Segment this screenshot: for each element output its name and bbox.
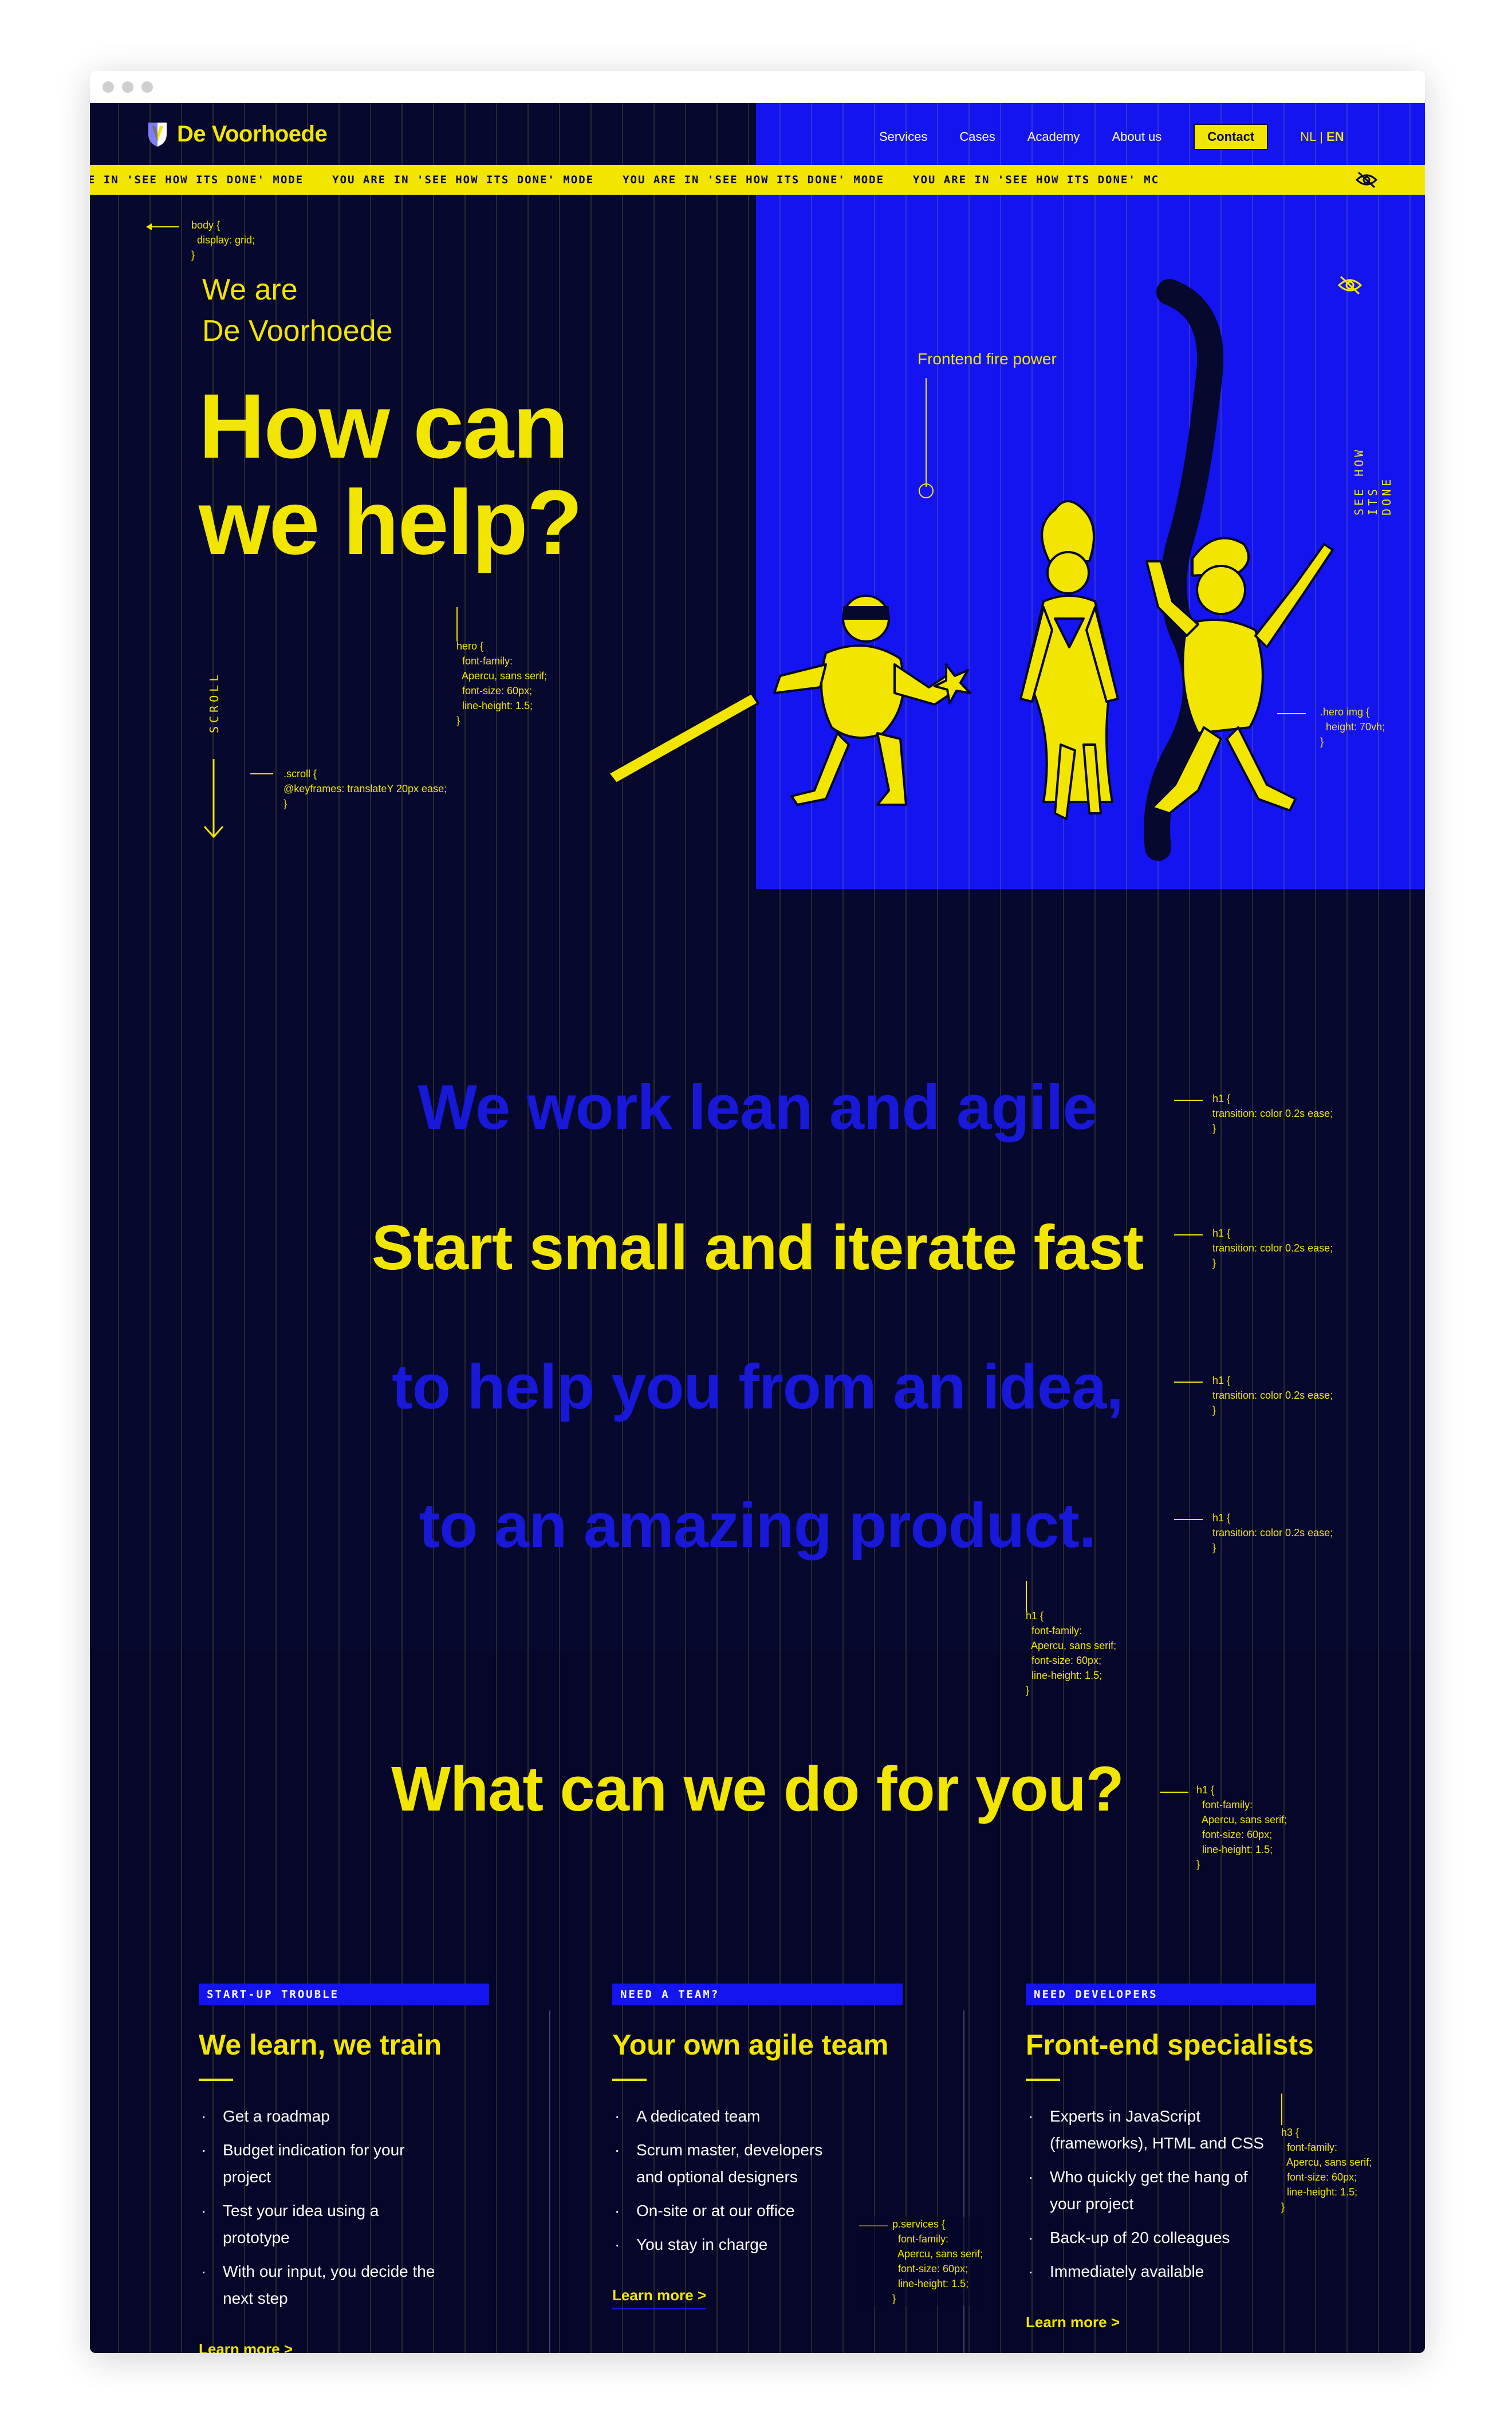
hero-title-line2: we help? bbox=[199, 471, 583, 573]
lang-en[interactable]: EN bbox=[1326, 129, 1344, 144]
arrow-down-icon[interactable] bbox=[202, 759, 225, 839]
heroes-illustration bbox=[608, 279, 1334, 861]
learn-more-link[interactable]: Learn more > bbox=[199, 2340, 293, 2353]
code-connector bbox=[1281, 2093, 1282, 2125]
nav-cases[interactable]: Cases bbox=[959, 129, 995, 144]
window-dot-icon bbox=[122, 81, 133, 93]
code-h1-transition: h1 { transition: color 0.2s ease; } bbox=[1212, 1512, 1333, 1553]
title-rule bbox=[1026, 2079, 1060, 2081]
hero-intro-line2: De Voorhoede bbox=[202, 314, 393, 348]
list-item: On-site or at our office bbox=[612, 2197, 853, 2224]
page: De Voorhoede Services Cases Academy Abou… bbox=[90, 103, 1425, 2353]
eye-slash-icon[interactable] bbox=[1355, 171, 1378, 189]
code-h1-font: h1 { font-family: Apercu, sans serif; fo… bbox=[1026, 1610, 1117, 1696]
list-item: Test your idea using a prototype bbox=[199, 2197, 439, 2251]
ticker-item: YOU ARE IN 'SEE HOW ITS DONE' MODE bbox=[623, 174, 885, 186]
code-scroll: .scroll { @keyframes: translateY 20px ea… bbox=[284, 768, 447, 809]
list-item: Back-up of 20 colleagues bbox=[1026, 2224, 1266, 2251]
card-divider bbox=[549, 2010, 550, 2353]
code-hero: hero { font-family: Apercu, sans serif; … bbox=[456, 640, 548, 726]
lang-nl[interactable]: NL bbox=[1300, 129, 1316, 144]
mode-ticker: ARE IN 'SEE HOW ITS DONE' MODE YOU ARE I… bbox=[90, 165, 1425, 195]
window-dot-icon bbox=[103, 81, 114, 93]
list-item: Budget indication for your project bbox=[199, 2136, 439, 2190]
code-connector bbox=[456, 607, 458, 642]
fire-power-label: Frontend fire power bbox=[918, 350, 1057, 368]
list-item: With our input, you decide the next step bbox=[199, 2258, 439, 2312]
service-title: We learn, we train bbox=[199, 2029, 442, 2061]
hero-title-line1: How can bbox=[199, 375, 569, 477]
nav-services[interactable]: Services bbox=[879, 129, 927, 144]
learn-more-link[interactable]: Learn more > bbox=[612, 2287, 707, 2309]
code-hero-img: .hero img { height: 70vh; } bbox=[1320, 706, 1385, 747]
service-badge: NEED A TEAM? bbox=[612, 1984, 903, 2005]
service-title: Front-end specialists bbox=[1026, 2029, 1314, 2061]
code-p-services: p.services { font-family: Apercu, sans s… bbox=[859, 2217, 983, 2306]
ticker-item: ARE IN 'SEE HOW ITS DONE' MODE bbox=[90, 174, 304, 186]
scroll-label: SCROLL bbox=[207, 671, 221, 733]
code-body: body { display: grid; } bbox=[191, 219, 255, 261]
ticker-track: ARE IN 'SEE HOW ITS DONE' MODE YOU ARE I… bbox=[90, 174, 1188, 186]
code-connector bbox=[1174, 1100, 1203, 1101]
logo[interactable]: De Voorhoede bbox=[146, 120, 328, 148]
hero-title: How can we help? bbox=[199, 375, 583, 573]
code-connector bbox=[1277, 713, 1306, 714]
code-connector bbox=[1026, 1581, 1027, 1612]
list-item: A dedicated team bbox=[612, 2103, 853, 2130]
code-h1-transition: h1 { transition: color 0.2s ease; } bbox=[1212, 1093, 1333, 1134]
list-item: Who quickly get the hang of your project bbox=[1026, 2163, 1266, 2217]
lang-separator: | bbox=[1320, 129, 1324, 144]
service-title: Your own agile team bbox=[612, 2029, 889, 2061]
list-item: Immediately available bbox=[1026, 2258, 1266, 2285]
fire-power-pointer bbox=[926, 378, 927, 487]
navbar: De Voorhoede Services Cases Academy Abou… bbox=[90, 103, 1425, 165]
logo-text: De Voorhoede bbox=[177, 121, 328, 147]
code-connector bbox=[1174, 1234, 1203, 1235]
hero-intro-line1: We are bbox=[202, 273, 298, 306]
code-h3-font: h3 { font-family: Apercu, sans serif; fo… bbox=[1281, 2127, 1372, 2213]
main-nav: Services Cases Academy About us Contact … bbox=[879, 124, 1344, 150]
window-dot-icon bbox=[141, 81, 153, 93]
code-h1-font: h1 { font-family: Apercu, sans serif; fo… bbox=[1196, 1784, 1287, 1870]
nav-academy[interactable]: Academy bbox=[1027, 129, 1080, 144]
service-card-startup: START-UP TROUBLE We learn, we train Get … bbox=[199, 1984, 565, 2353]
title-rule bbox=[199, 2079, 233, 2081]
nav-about-us[interactable]: About us bbox=[1112, 129, 1161, 144]
shield-logo-icon bbox=[148, 123, 167, 147]
browser-chrome bbox=[90, 71, 1425, 103]
code-connector bbox=[1160, 1792, 1188, 1793]
code-h1-transition: h1 { transition: color 0.2s ease; } bbox=[1212, 1227, 1333, 1269]
eye-slash-icon[interactable] bbox=[1337, 275, 1363, 296]
service-list: Get a roadmap Budget indication for your… bbox=[199, 2103, 565, 2312]
code-connector bbox=[151, 226, 179, 227]
ticker-item: YOU ARE IN 'SEE HOW ITS DONE' MODE bbox=[332, 174, 594, 186]
contact-button[interactable]: Contact bbox=[1194, 124, 1269, 150]
code-connector bbox=[1174, 1382, 1203, 1383]
list-item: Experts in JavaScript (frameworks), HTML… bbox=[1026, 2103, 1266, 2157]
ticker-item: YOU ARE IN 'SEE HOW ITS DONE' MC bbox=[913, 174, 1160, 186]
browser-window: De Voorhoede Services Cases Academy Abou… bbox=[90, 71, 1425, 2353]
code-connector bbox=[1174, 1519, 1203, 1520]
list-item: You stay in charge bbox=[612, 2231, 853, 2258]
service-badge: NEED DEVELOPERS bbox=[1026, 1984, 1316, 2005]
title-rule bbox=[612, 2079, 647, 2081]
list-item: Scrum master, developers and optional de… bbox=[612, 2136, 853, 2190]
list-item: Get a roadmap bbox=[199, 2103, 439, 2130]
see-how-its-done-label[interactable]: SEE HOW ITS DONE bbox=[1352, 443, 1393, 515]
learn-more-link[interactable]: Learn more > bbox=[1026, 2313, 1120, 2331]
hero-intro: We are De Voorhoede bbox=[202, 269, 393, 352]
language-switch: NL | EN bbox=[1300, 129, 1344, 144]
code-connector bbox=[250, 773, 273, 774]
service-badge: START-UP TROUBLE bbox=[199, 1984, 489, 2005]
code-h1-transition: h1 { transition: color 0.2s ease; } bbox=[1212, 1375, 1333, 1416]
fire-power-dot bbox=[919, 483, 934, 498]
